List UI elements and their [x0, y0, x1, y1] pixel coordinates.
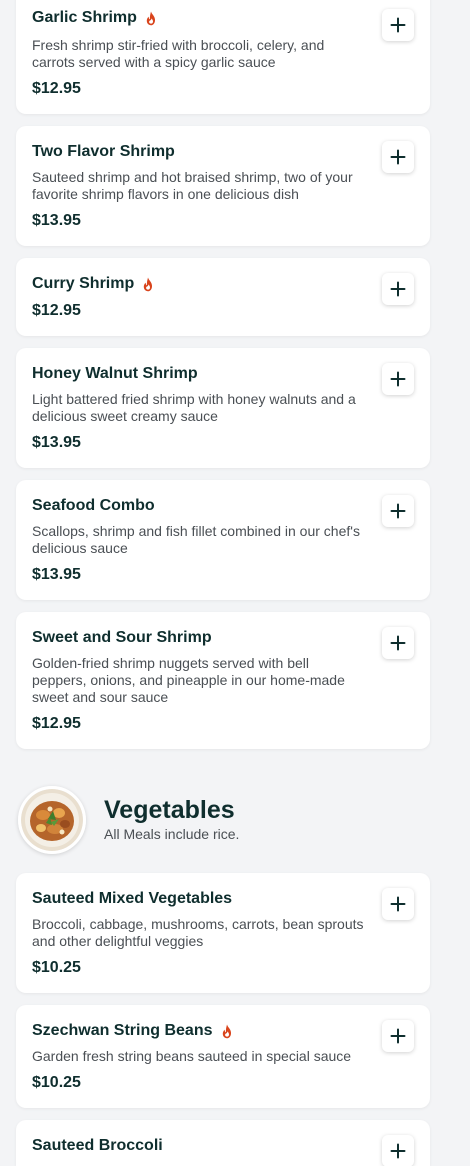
- menu-item-card[interactable]: Sauteed Broccoli: [16, 1120, 430, 1166]
- item-price: $12.95: [32, 80, 81, 97]
- item-name: Szechwan String Beans: [32, 1022, 213, 1039]
- item-description: Sauteed shrimp and hot braised shrimp, t…: [32, 169, 353, 202]
- add-to-cart-button[interactable]: [382, 1135, 414, 1166]
- item-price: $13.95: [32, 566, 81, 583]
- item-description: Fresh shrimp stir-fried with broccoli, c…: [32, 37, 325, 70]
- add-to-cart-button[interactable]: [382, 627, 414, 659]
- item-description: Scallops, shrimp and fish fillet combine…: [32, 523, 360, 556]
- plus-icon: [390, 1143, 406, 1159]
- item-price: $10.25: [32, 959, 81, 976]
- flame-icon: [144, 277, 153, 291]
- item-price: $12.95: [32, 302, 81, 319]
- menu-item-card[interactable]: Honey Walnut Shrimp Light battered fried…: [16, 348, 430, 468]
- item-price: $13.95: [32, 434, 81, 451]
- item-name: Curry Shrimp: [32, 275, 135, 292]
- item-name: Sauteed Mixed Vegetables: [32, 890, 233, 907]
- plus-icon: [390, 635, 406, 651]
- add-to-cart-button[interactable]: [382, 495, 414, 527]
- item-name: Sweet and Sour Shrimp: [32, 629, 212, 646]
- item-description: Garden fresh string beans sauteed in spe…: [32, 1048, 352, 1064]
- plus-icon: [390, 371, 406, 387]
- item-name: Honey Walnut Shrimp: [32, 365, 198, 382]
- add-to-cart-button[interactable]: [382, 273, 414, 305]
- plus-icon: [390, 281, 406, 297]
- section-subtitle: All Meals include rice.: [104, 826, 240, 842]
- item-name: Sauteed Broccoli: [32, 1137, 163, 1154]
- plus-icon: [390, 1028, 406, 1044]
- item-description: Broccoli, cabbage, mushrooms, carrots, b…: [32, 916, 364, 949]
- plus-icon: [390, 149, 406, 165]
- item-name: Two Flavor Shrimp: [32, 143, 175, 160]
- item-price: $13.95: [32, 212, 81, 229]
- add-to-cart-button[interactable]: [382, 1020, 414, 1052]
- vegetables-dish-image: [21, 789, 83, 851]
- item-price: $10.25: [32, 1074, 81, 1091]
- menu-item-card[interactable]: Sauteed Mixed Vegetables Broccoli, cabba…: [16, 873, 430, 993]
- item-name: Garlic Shrimp: [32, 9, 137, 26]
- item-description: Golden-fried shrimp nuggets served with …: [32, 655, 345, 705]
- menu-item-card[interactable]: Seafood Combo Scallops, shrimp and fish …: [16, 480, 430, 600]
- add-to-cart-button[interactable]: [382, 363, 414, 395]
- menu-item-card[interactable]: Sweet and Sour Shrimp Golden-fried shrim…: [16, 612, 430, 749]
- plus-icon: [390, 17, 406, 33]
- section-header-vegetables: Vegetables All Meals include rice.: [16, 784, 430, 860]
- add-to-cart-button[interactable]: [382, 888, 414, 920]
- menu-item-card[interactable]: Szechwan String Beans Garden fresh strin…: [16, 1005, 430, 1108]
- section-image: [18, 786, 86, 854]
- menu-item-card[interactable]: Curry Shrimp $12.95: [16, 258, 430, 336]
- plus-icon: [390, 896, 406, 912]
- section-title: Vegetables: [104, 796, 235, 824]
- menu-item-card[interactable]: Garlic Shrimp Fresh shrimp stir-fried wi…: [16, 0, 430, 114]
- menu-item-card[interactable]: Two Flavor Shrimp Sauteed shrimp and hot…: [16, 126, 430, 246]
- flame-icon: [146, 11, 155, 25]
- add-to-cart-button[interactable]: [382, 141, 414, 173]
- flame-icon: [222, 1024, 231, 1038]
- item-description: Light battered fried shrimp with honey w…: [32, 391, 356, 424]
- item-name: Seafood Combo: [32, 497, 155, 514]
- plus-icon: [390, 503, 406, 519]
- item-price: $12.95: [32, 715, 81, 732]
- add-to-cart-button[interactable]: [382, 9, 414, 41]
